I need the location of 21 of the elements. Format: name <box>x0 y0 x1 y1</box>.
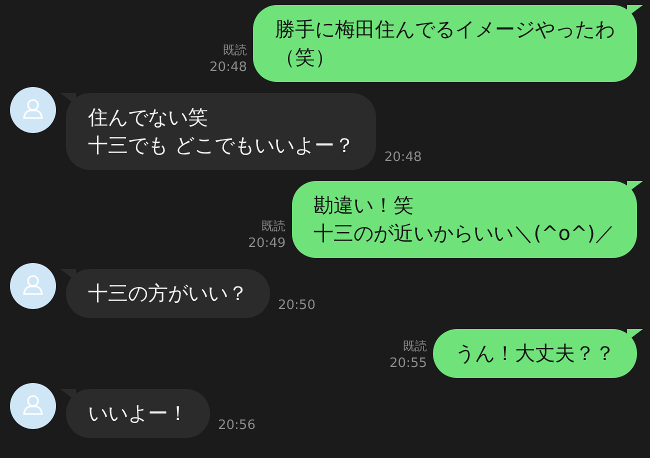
message-text: （笑） <box>275 44 335 71</box>
message-time: 20:49 <box>248 235 286 252</box>
avatar-icon[interactable] <box>10 263 56 309</box>
message-text: 十三の方がいい？ <box>88 280 248 307</box>
avatar-icon[interactable] <box>10 383 56 429</box>
message-time: 20:48 <box>210 59 247 76</box>
message-time: 20:50 <box>278 297 316 314</box>
message-text: うん！大丈夫？？ <box>455 340 615 367</box>
read-receipt: 既読 <box>262 218 286 235</box>
message-time: 20:48 <box>384 149 422 166</box>
message-text: いいよー！ <box>88 400 188 427</box>
message-text: 勝手に梅田住んでるイメージやったわ <box>275 16 615 43</box>
avatar-icon[interactable] <box>10 87 56 133</box>
message-text: 勘違い！笑 <box>314 192 414 219</box>
message-text: 十三でも どこでもいいよー？ <box>88 132 354 159</box>
message-time: 20:55 <box>390 355 427 372</box>
read-receipt: 既読 <box>223 42 247 59</box>
message-time: 20:56 <box>218 417 256 434</box>
read-receipt: 既読 <box>403 338 427 355</box>
message-text: 十三のが近いからいい＼(^o^)／ <box>314 220 615 247</box>
message-text: 住んでない笑 <box>88 104 208 131</box>
